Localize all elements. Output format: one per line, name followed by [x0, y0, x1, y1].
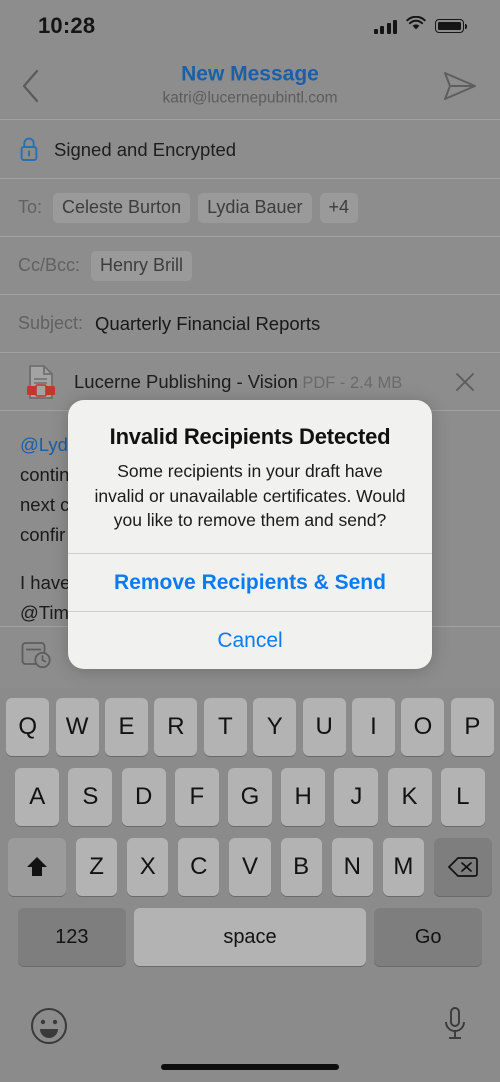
cancel-button[interactable]: Cancel [68, 611, 432, 669]
key-m[interactable]: M [382, 838, 424, 896]
invalid-recipients-dialog: Invalid Recipients Detected Some recipie… [68, 400, 432, 670]
key-u[interactable]: U [302, 698, 346, 756]
remove-recipients-and-send-button[interactable]: Remove Recipients & Send [68, 553, 432, 611]
key-n[interactable]: N [331, 838, 373, 896]
key-d[interactable]: D [121, 768, 166, 826]
key-c[interactable]: C [178, 838, 220, 896]
key-q[interactable]: Q [6, 698, 50, 756]
on-screen-keyboard: Q W E R T Y U I O P A S D F G H J K L Z … [0, 688, 500, 1082]
backspace-key[interactable] [433, 838, 492, 896]
key-e[interactable]: E [104, 698, 148, 756]
emoji-smiley-icon [31, 1008, 67, 1044]
phone-screen: 10:28 New Message katri@lucernepubintl.c… [0, 0, 500, 1082]
dictation-key[interactable] [442, 1005, 468, 1048]
keyboard-row-3: Z X C V B N M [3, 838, 497, 896]
emoji-key[interactable] [30, 1007, 68, 1050]
keyboard-row-4: 123 space Go [3, 908, 497, 966]
dialog-content: Invalid Recipients Detected Some recipie… [68, 400, 432, 553]
space-key[interactable]: space [134, 908, 366, 966]
key-s[interactable]: S [68, 768, 113, 826]
shift-key[interactable] [8, 838, 66, 896]
key-z[interactable]: Z [76, 838, 118, 896]
key-v[interactable]: V [229, 838, 271, 896]
keyboard-rows: Q W E R T Y U I O P A S D F G H J K L Z … [0, 688, 500, 966]
go-key[interactable]: Go [374, 908, 483, 966]
key-y[interactable]: Y [253, 698, 297, 756]
key-p[interactable]: P [450, 698, 494, 756]
microphone-icon [445, 1007, 465, 1039]
key-r[interactable]: R [154, 698, 198, 756]
key-o[interactable]: O [401, 698, 445, 756]
key-f[interactable]: F [174, 768, 219, 826]
key-t[interactable]: T [203, 698, 247, 756]
key-h[interactable]: H [281, 768, 326, 826]
key-a[interactable]: A [15, 768, 60, 826]
dialog-message: Some recipients in your draft have inval… [94, 461, 406, 531]
numbers-key[interactable]: 123 [17, 908, 126, 966]
key-b[interactable]: B [280, 838, 322, 896]
key-k[interactable]: K [387, 768, 432, 826]
keyboard-bottom-bar [0, 985, 500, 1082]
key-i[interactable]: I [352, 698, 396, 756]
key-g[interactable]: G [228, 768, 272, 826]
keyboard-row-1: Q W E R T Y U I O P [3, 698, 497, 756]
shift-arrow-icon [27, 857, 47, 876]
key-x[interactable]: X [127, 838, 169, 896]
key-w[interactable]: W [55, 698, 99, 756]
backspace-icon [447, 857, 478, 877]
key-l[interactable]: L [440, 768, 485, 826]
key-j[interactable]: J [334, 768, 379, 826]
home-indicator [161, 1064, 339, 1070]
keyboard-row-2: A S D F G H J K L [3, 768, 497, 826]
dialog-title: Invalid Recipients Detected [109, 424, 391, 449]
